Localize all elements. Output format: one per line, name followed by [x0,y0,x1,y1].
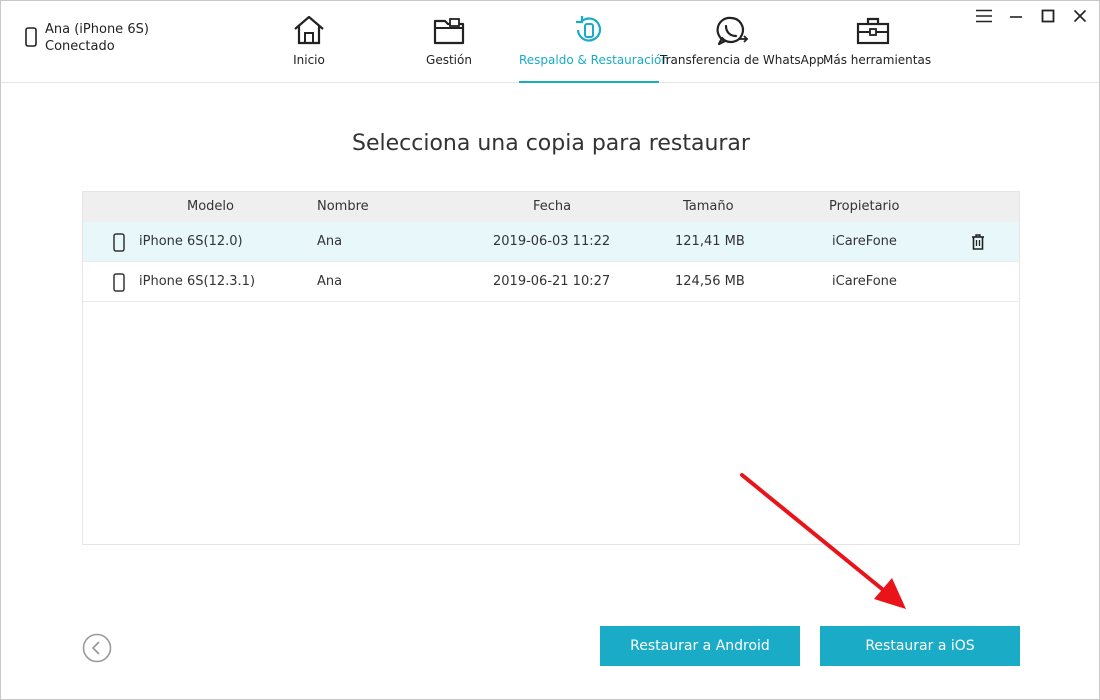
app-window: Ana (iPhone 6S) Conectado Inicio Gestión [0,0,1100,700]
home-icon [292,15,326,49]
minimize-icon[interactable] [1007,7,1025,25]
backup-table: Modelo Nombre Fecha Tamaño Propietario i… [82,191,1020,545]
cell-date: 2019-06-03 11:22 [493,234,611,249]
maximize-icon[interactable] [1039,7,1057,25]
tab-respaldo-restauracion[interactable]: Respaldo & Restauración [519,1,669,83]
window-controls [975,7,1089,25]
whatsapp-icon [715,15,749,51]
restore-ios-button[interactable]: Restaurar a iOS [820,626,1020,666]
backup-restore-icon [572,15,606,49]
main-nav: Inicio Gestión Respaldo & Restauración T… [1,1,1099,83]
column-header-propietario: Propietario [829,199,900,214]
cell-owner: iCareFone [832,274,897,289]
tab-whatsapp[interactable]: Transferencia de WhatsApp [660,1,825,83]
tab-respaldo-label: Respaldo & Restauración [519,53,669,67]
cell-name: Ana [317,234,343,249]
menu-icon[interactable] [975,7,993,25]
cell-model: iPhone 6S(12.0) [139,234,243,249]
tab-gestion[interactable]: Gestión [409,1,489,83]
close-icon[interactable] [1071,7,1089,25]
back-button[interactable] [82,633,112,663]
tab-mas-herramientas[interactable]: Más herramientas [823,1,932,83]
tab-inicio-label: Inicio [293,53,325,67]
column-header-tamano: Tamaño [683,199,734,214]
column-header-modelo: Modelo [187,199,234,214]
table-header: Modelo Nombre Fecha Tamaño Propietario [83,192,1019,222]
cell-owner: iCareFone [832,234,897,249]
toolbox-icon [856,15,890,49]
tab-mas-label: Más herramientas [823,53,932,67]
trash-icon[interactable] [971,234,985,254]
cell-model: iPhone 6S(12.3.1) [139,274,256,289]
column-header-fecha: Fecha [533,199,572,214]
phone-icon [113,233,125,256]
top-bar: Ana (iPhone 6S) Conectado Inicio Gestión [1,1,1099,83]
cell-name: Ana [317,274,343,289]
phone-icon [113,273,125,296]
page-title: Selecciona una copia para restaurar [352,131,750,156]
table-row[interactable]: iPhone 6S(12.3.1) Ana 2019-06-21 10:27 1… [83,262,1019,302]
restore-android-button[interactable]: Restaurar a Android [600,626,800,666]
cell-size: 124,56 MB [675,274,745,289]
tab-gestion-label: Gestión [426,53,472,67]
active-tab-indicator [519,81,659,83]
tab-whatsapp-label: Transferencia de WhatsApp [660,53,825,67]
folder-icon [432,15,466,49]
cell-date: 2019-06-21 10:27 [493,274,611,289]
column-header-nombre: Nombre [317,199,369,214]
cell-size: 121,41 MB [675,234,745,249]
table-row[interactable]: iPhone 6S(12.0) Ana 2019-06-03 11:22 121… [83,222,1019,262]
tab-inicio[interactable]: Inicio [269,1,349,83]
